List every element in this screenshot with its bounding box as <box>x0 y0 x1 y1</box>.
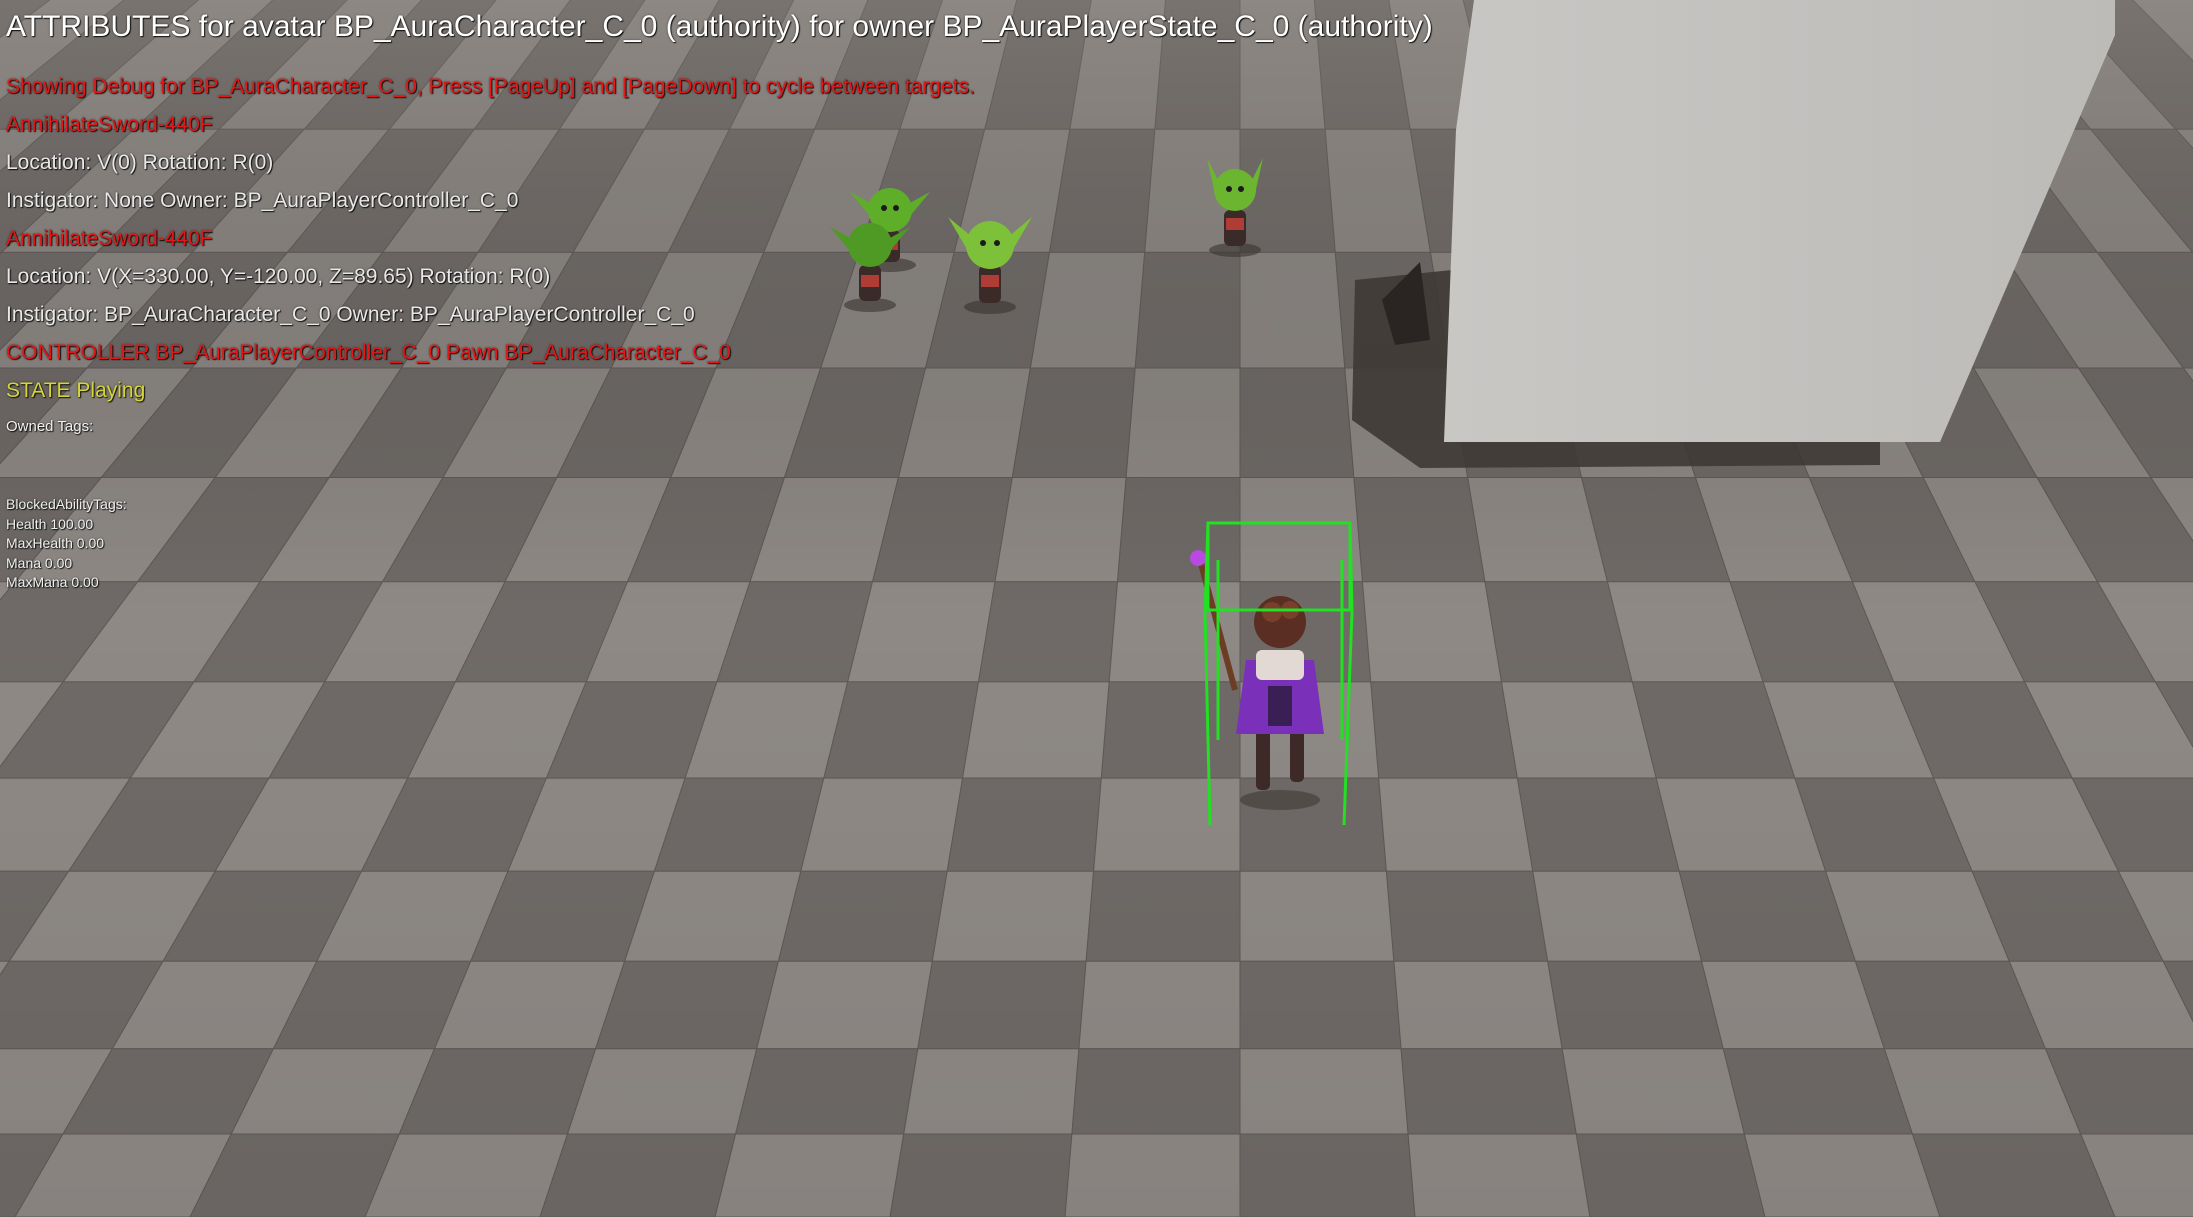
controller-line: CONTROLLER BP_AuraPlayerController_C_0 P… <box>6 341 731 364</box>
showing-debug-line: Showing Debug for BP_AuraCharacter_C_0, … <box>6 75 975 98</box>
attributes-title: ATTRIBUTES for avatar BP_AuraCharacter_C… <box>6 10 1433 43</box>
game-viewport[interactable]: ATTRIBUTES for avatar BP_AuraCharacter_C… <box>0 0 2193 1217</box>
attribute-health: Health 100.00 <box>6 515 94 532</box>
attribute-list: BlockedAbilityTags: Health 100.00 MaxHea… <box>6 495 127 593</box>
debug-hud: ATTRIBUTES for avatar BP_AuraCharacter_C… <box>6 0 1506 620</box>
effect-name: AnnihilateSword-440F <box>6 113 213 136</box>
attribute-max-health: MaxHealth 0.00 <box>6 535 105 551</box>
effect-instigator: Instigator: None Owner: BP_AuraPlayerCon… <box>6 189 519 212</box>
effect-instigator: Instigator: BP_AuraCharacter_C_0 Owner: … <box>6 303 695 326</box>
attribute-max-mana: MaxMana 0.00 <box>6 574 99 590</box>
effect-name: AnnihilateSword-440F <box>6 227 213 250</box>
owned-tags-label: Owned Tags: <box>6 418 94 435</box>
attribute-mana: Mana 0.00 <box>6 554 73 571</box>
effect-location: Location: V(0) Rotation: R(0) <box>6 151 274 174</box>
effect-location: Location: V(X=330.00, Y=-120.00, Z=89.65… <box>6 265 551 288</box>
state-line: STATE Playing <box>6 379 146 402</box>
blocked-ability-tags-label: BlockedAbilityTags: <box>6 496 127 512</box>
